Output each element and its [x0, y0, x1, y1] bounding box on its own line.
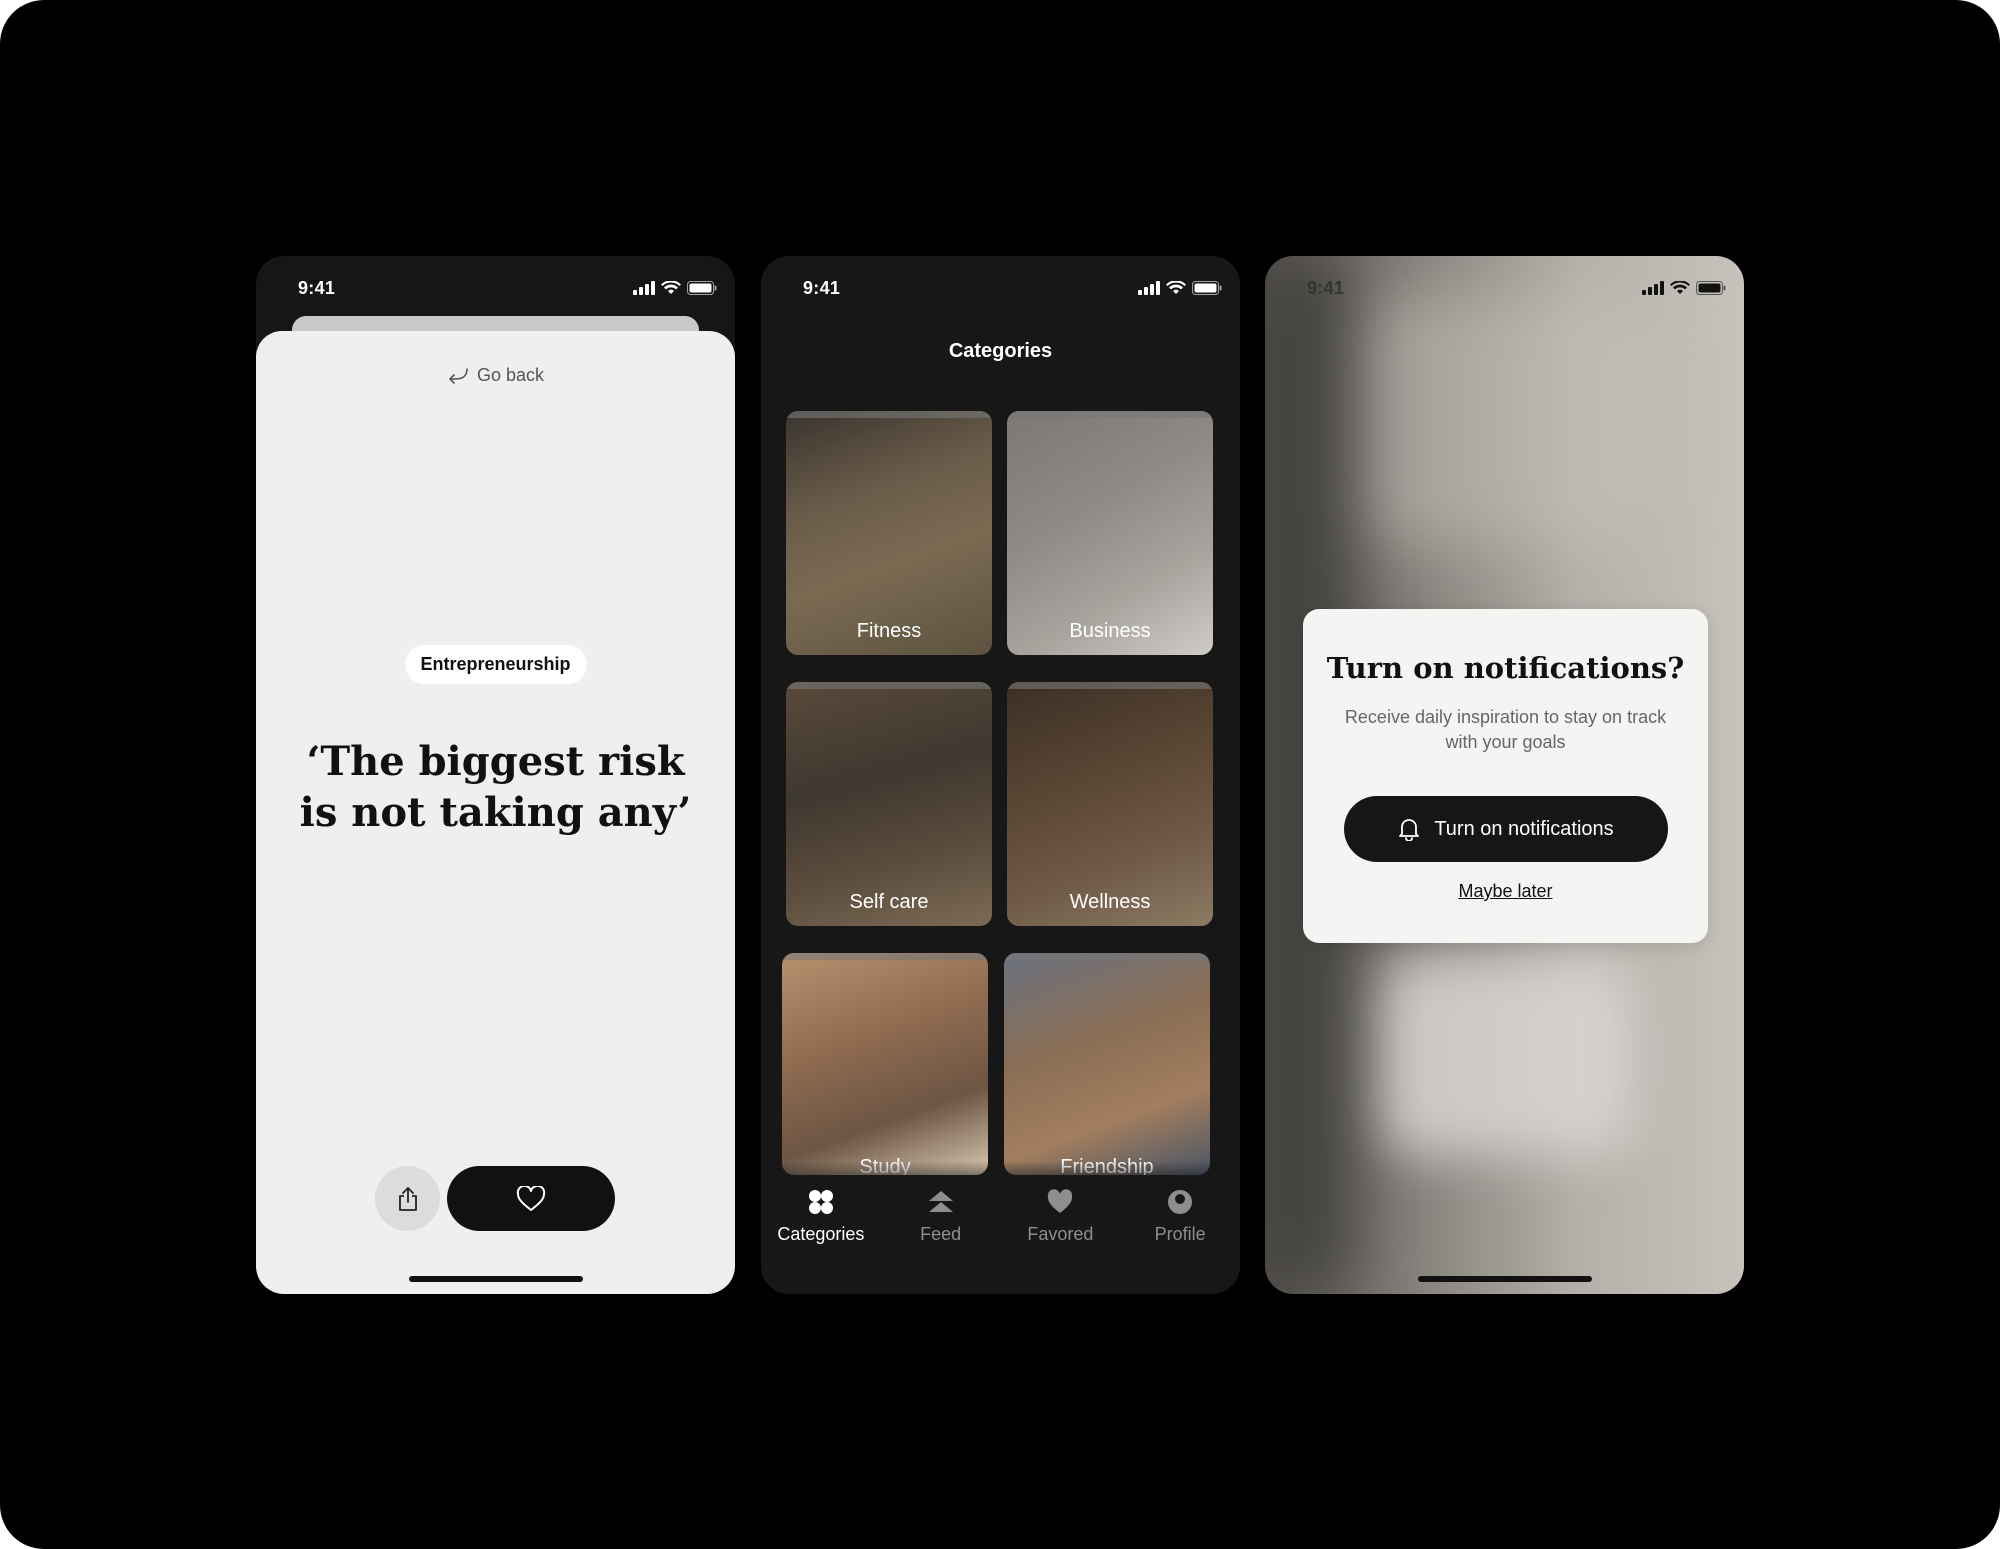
- share-icon: [398, 1186, 417, 1211]
- tab-label: Favored: [1027, 1224, 1094, 1244]
- tab-categories[interactable]: Categories: [761, 1188, 881, 1268]
- status-time: 9:41: [298, 278, 336, 298]
- share-button[interactable]: [375, 1166, 440, 1231]
- category-tile-friendship[interactable]: Friendship: [1004, 953, 1210, 1175]
- turn-on-notifications-button[interactable]: Turn on notifications: [1344, 796, 1668, 862]
- quote-screen: 9:41 Go back Entrepreneurship ‘The bigge…: [256, 256, 735, 1294]
- signal-icon: [633, 281, 655, 295]
- category-label: Wellness: [1069, 891, 1151, 913]
- tab-bar: Categories Feed Favored Profile: [761, 1188, 1240, 1268]
- battery-icon: [687, 281, 717, 295]
- home-indicator: [409, 1276, 583, 1282]
- category-label: Self care: [849, 891, 929, 913]
- button-label: Turn on notifications: [1434, 817, 1614, 840]
- notifications-screen: 9:41 Turn on notifications? Receive dail…: [1265, 256, 1744, 1294]
- quote-sheet: Go back Entrepreneurship ‘The biggest ri…: [256, 331, 735, 1294]
- home-indicator: [1418, 1276, 1592, 1282]
- wifi-icon: [661, 281, 681, 294]
- tabbar-fade: [761, 1161, 1240, 1191]
- signal-icon: [1138, 281, 1160, 295]
- heart-icon: [516, 1185, 546, 1211]
- go-back-label: Go back: [476, 365, 545, 385]
- category-label: Business: [1069, 620, 1151, 642]
- category-tile-wellness[interactable]: Wellness: [1007, 682, 1213, 926]
- canvas: 9:41 Go back Entrepreneurship ‘The bigge…: [0, 0, 2000, 1549]
- heart-icon: [1048, 1189, 1073, 1213]
- category-tile-fitness[interactable]: Fitness: [786, 411, 992, 655]
- grid-icon: [808, 1190, 833, 1214]
- modal-title: Turn on notifications?: [1326, 651, 1685, 685]
- status-time: 9:41: [803, 278, 841, 298]
- profile-icon: [1168, 1190, 1193, 1214]
- feed-icon: [928, 1191, 953, 1212]
- bell-icon: [1399, 819, 1420, 841]
- background-blur: [1355, 296, 1655, 546]
- page-title: Categories: [948, 340, 1053, 362]
- tab-label: Profile: [1154, 1224, 1206, 1244]
- back-arrow-icon: [449, 367, 468, 384]
- category-tile-business[interactable]: Business: [1007, 411, 1213, 655]
- status-bar: 9:41: [761, 256, 1240, 316]
- status-bar: 9:41: [1265, 256, 1744, 316]
- quote-text: ‘The biggest risk is not taking any’: [299, 738, 692, 836]
- wifi-icon: [1166, 281, 1186, 294]
- go-back-button[interactable]: Go back: [256, 365, 735, 386]
- status-time: 9:41: [1307, 278, 1345, 298]
- category-tile-study[interactable]: Study: [782, 953, 988, 1175]
- tab-feed[interactable]: Feed: [881, 1188, 1001, 1268]
- signal-icon: [1642, 281, 1664, 295]
- tab-profile[interactable]: Profile: [1120, 1188, 1240, 1268]
- battery-icon: [1192, 281, 1222, 295]
- category-label: Fitness: [856, 620, 922, 642]
- category-chip: Entrepreneurship: [404, 645, 587, 684]
- notification-modal: Turn on notifications? Receive daily ins…: [1303, 609, 1708, 943]
- maybe-later-link[interactable]: Maybe later: [1303, 881, 1708, 902]
- status-bar: 9:41: [256, 256, 735, 316]
- favorite-button[interactable]: [447, 1166, 615, 1231]
- modal-description: Receive daily inspiration to stay on tra…: [1344, 707, 1667, 752]
- tab-label: Feed: [920, 1224, 962, 1244]
- background-blur: [1375, 956, 1635, 1156]
- tab-favored[interactable]: Favored: [1001, 1188, 1121, 1268]
- wifi-icon: [1670, 281, 1690, 294]
- categories-screen: 9:41 Categories Fitness Business Self ca…: [761, 256, 1240, 1294]
- tab-label: Categories: [777, 1224, 865, 1244]
- battery-icon: [1696, 281, 1726, 295]
- category-tile-self-care[interactable]: Self care: [786, 682, 992, 926]
